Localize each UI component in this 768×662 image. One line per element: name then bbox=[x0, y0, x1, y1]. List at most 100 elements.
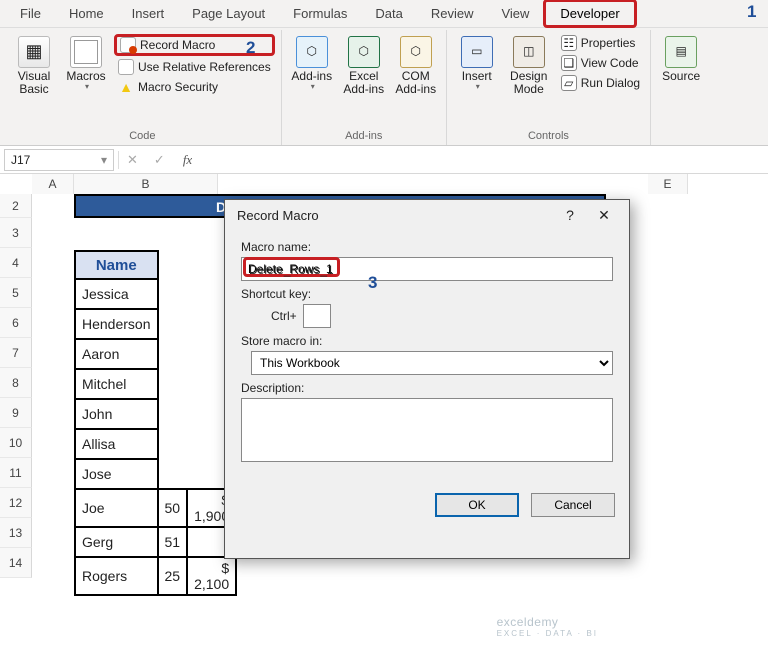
run-dialog-button[interactable]: ▱ Run Dialog bbox=[557, 74, 644, 92]
addins-button[interactable]: ⬡ Add-ins ▾ bbox=[288, 34, 336, 94]
source-button[interactable]: ▤ Source bbox=[657, 34, 705, 85]
cell-price[interactable]: $ 2,100 bbox=[187, 557, 236, 595]
properties-icon: ☷ bbox=[561, 35, 577, 51]
tab-review[interactable]: Review bbox=[417, 2, 488, 25]
record-macro-icon bbox=[120, 37, 136, 53]
tab-developer[interactable]: Developer bbox=[543, 0, 636, 28]
visual-basic-icon: ▦ bbox=[18, 36, 50, 68]
group-addins-label: Add-ins bbox=[288, 128, 440, 145]
chevron-down-icon: ▾ bbox=[101, 153, 107, 167]
macro-security-button[interactable]: ▲ Macro Security bbox=[114, 78, 275, 96]
cell-name[interactable]: Aaron bbox=[75, 339, 158, 369]
row-head[interactable]: 13 bbox=[0, 518, 32, 548]
cell-name[interactable]: Joe bbox=[75, 489, 158, 527]
annotation-3: 3 bbox=[368, 273, 377, 293]
excel-addins-icon: ⬡ bbox=[348, 36, 380, 68]
help-button[interactable]: ? bbox=[553, 202, 587, 228]
accept-edit-icon[interactable]: ✓ bbox=[146, 152, 173, 168]
cell-qty[interactable]: 50 bbox=[158, 489, 188, 527]
cancel-button[interactable]: Cancel bbox=[531, 493, 615, 517]
design-mode-label: Design Mode bbox=[507, 70, 551, 96]
chevron-down-icon: ▾ bbox=[311, 83, 315, 92]
ribbon-tabs: File Home Insert Page Layout Formulas Da… bbox=[0, 0, 768, 28]
cell-name[interactable]: Mitchel bbox=[75, 369, 158, 399]
row-head[interactable]: 9 bbox=[0, 398, 32, 428]
use-relative-references-button[interactable]: Use Relative References bbox=[114, 58, 275, 76]
ok-button[interactable]: OK bbox=[435, 493, 519, 517]
group-controls-label: Controls bbox=[453, 128, 644, 145]
name-box-value: J17 bbox=[11, 153, 30, 167]
excel-addins-button[interactable]: ⬡ Excel Add-ins bbox=[340, 34, 388, 98]
cancel-edit-icon[interactable]: ✕ bbox=[119, 152, 146, 168]
store-label: Store macro in: bbox=[241, 334, 613, 348]
row-head[interactable]: 7 bbox=[0, 338, 32, 368]
design-mode-icon: ◫ bbox=[513, 36, 545, 68]
cell-name[interactable]: Rogers bbox=[75, 557, 158, 595]
properties-button[interactable]: ☷ Properties bbox=[557, 34, 644, 52]
view-code-button[interactable]: ❑ View Code bbox=[557, 54, 644, 72]
source-label: Source bbox=[662, 70, 700, 83]
row-head[interactable]: 8 bbox=[0, 368, 32, 398]
row-head[interactable]: 3 bbox=[0, 218, 32, 248]
description-label: Description: bbox=[241, 381, 613, 395]
group-code-label: Code bbox=[10, 128, 275, 145]
row-head[interactable]: 10 bbox=[0, 428, 32, 458]
col-head-b[interactable]: B bbox=[74, 174, 218, 194]
column-headers: A B E bbox=[32, 174, 768, 194]
tab-page-layout[interactable]: Page Layout bbox=[178, 2, 279, 25]
row-head[interactable]: 11 bbox=[0, 458, 32, 488]
tab-file[interactable]: File bbox=[6, 2, 55, 25]
cell-name[interactable]: John bbox=[75, 399, 158, 429]
row-head[interactable]: 4 bbox=[0, 248, 32, 278]
row-head[interactable]: 2 bbox=[0, 194, 32, 218]
cell-name[interactable]: Gerg bbox=[75, 527, 158, 557]
cell-name[interactable]: Allisa bbox=[75, 429, 158, 459]
chevron-down-icon: ▾ bbox=[476, 83, 480, 92]
cell-name[interactable]: Jose bbox=[75, 459, 158, 489]
shortcut-key-input[interactable] bbox=[303, 304, 331, 328]
insert-control-button[interactable]: ▭ Insert ▾ bbox=[453, 34, 501, 94]
group-code: ▦ Visual Basic Macros ▾ Record Macro Use… bbox=[4, 30, 282, 145]
view-code-label: View Code bbox=[581, 56, 639, 70]
row-head[interactable]: 5 bbox=[0, 278, 32, 308]
macros-button[interactable]: Macros ▾ bbox=[62, 34, 110, 94]
cell-name[interactable]: Jessica bbox=[75, 279, 158, 309]
tab-data[interactable]: Data bbox=[361, 2, 416, 25]
warning-icon: ▲ bbox=[118, 79, 134, 95]
tab-view[interactable]: View bbox=[487, 2, 543, 25]
group-xml: ▤ Source bbox=[651, 30, 711, 145]
cell-name[interactable]: Henderson bbox=[75, 309, 158, 339]
com-addins-button[interactable]: ⬡ COM Add-ins bbox=[392, 34, 440, 98]
relative-refs-icon bbox=[118, 59, 134, 75]
description-textarea[interactable] bbox=[241, 398, 613, 462]
source-icon: ▤ bbox=[665, 36, 697, 68]
tab-formulas[interactable]: Formulas bbox=[279, 2, 361, 25]
group-controls: ▭ Insert ▾ ◫ Design Mode ☷ Properties ❑ … bbox=[447, 30, 651, 145]
macro-name-input[interactable] bbox=[241, 257, 613, 281]
col-head-a[interactable]: A bbox=[32, 174, 74, 194]
cell-qty[interactable]: 25 bbox=[158, 557, 188, 595]
shortcut-label: Shortcut key: bbox=[241, 287, 613, 301]
visual-basic-button[interactable]: ▦ Visual Basic bbox=[10, 34, 58, 98]
design-mode-button[interactable]: ◫ Design Mode bbox=[505, 34, 553, 98]
com-addins-icon: ⬡ bbox=[400, 36, 432, 68]
cell-qty[interactable]: 51 bbox=[158, 527, 188, 557]
properties-label: Properties bbox=[581, 36, 636, 50]
close-button[interactable]: ✕ bbox=[587, 202, 621, 228]
row-head[interactable]: 14 bbox=[0, 548, 32, 578]
dialog-titlebar[interactable]: Record Macro ? ✕ bbox=[225, 200, 629, 230]
watermark: exceldemy EXCEL · DATA · BI bbox=[497, 615, 598, 638]
row-head[interactable]: 12 bbox=[0, 488, 32, 518]
chevron-down-icon: ▾ bbox=[85, 83, 89, 92]
macros-icon bbox=[70, 36, 102, 68]
relative-refs-label: Use Relative References bbox=[138, 60, 271, 74]
tab-home[interactable]: Home bbox=[55, 2, 118, 25]
tab-insert[interactable]: Insert bbox=[118, 2, 179, 25]
row-head[interactable]: 6 bbox=[0, 308, 32, 338]
col-head-e[interactable]: E bbox=[648, 174, 688, 194]
fx-icon[interactable]: fx bbox=[173, 152, 202, 168]
annotation-2: 2 bbox=[246, 38, 255, 58]
group-addins: ⬡ Add-ins ▾ ⬡ Excel Add-ins ⬡ COM Add-in… bbox=[282, 30, 447, 145]
name-box[interactable]: J17 ▾ bbox=[4, 149, 114, 171]
store-macro-select[interactable]: This Workbook bbox=[251, 351, 613, 375]
